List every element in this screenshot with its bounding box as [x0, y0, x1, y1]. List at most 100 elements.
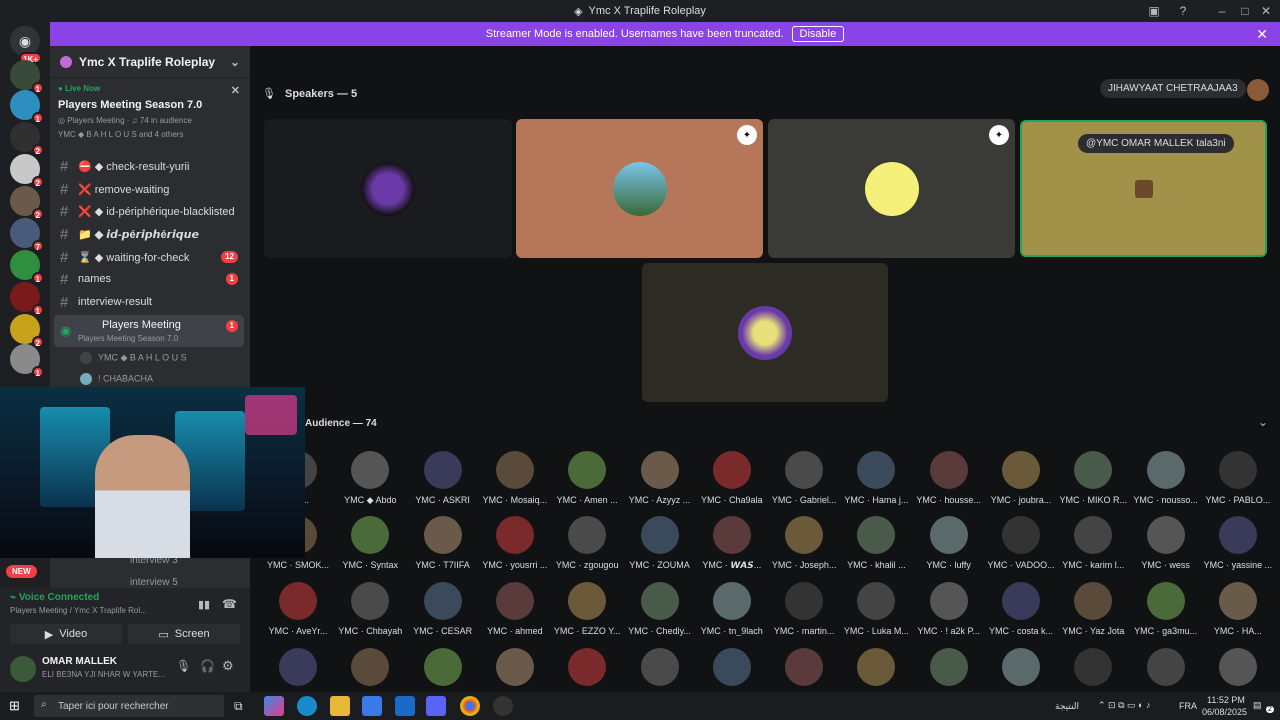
inbox-icon[interactable]: ▣ — [1140, 0, 1168, 22]
home-button[interactable]: ◉ 1K+ — [10, 26, 42, 64]
channel-item[interactable]: # interview-result — [50, 291, 250, 313]
server-icon[interactable]: 7 — [10, 218, 44, 252]
avatar[interactable] — [495, 648, 534, 686]
audience-member[interactable]: YMC · Joseph... — [767, 516, 841, 570]
settings-icon[interactable]: ⚙ — [222, 658, 234, 674]
avatar[interactable] — [640, 648, 679, 686]
live-now-card[interactable]: ● Live Now ✕ Players Meeting Season 7.0 ◎… — [50, 78, 250, 139]
audience-member[interactable]: YMC · costa k... — [984, 582, 1058, 636]
audience-member[interactable]: YMC · Chedly... — [623, 582, 697, 636]
close-window-button[interactable]: ✕ — [1252, 0, 1280, 22]
server-icon[interactable]: 1 — [10, 90, 44, 124]
server-icon[interactable]: 1 — [10, 60, 44, 94]
channel-item[interactable]: # ❌ remove-waiting — [50, 178, 250, 200]
server-header[interactable]: Ymc X Traplife Roleplay ⌄ — [50, 46, 250, 78]
audience-member[interactable]: YMC · VADOO... — [984, 516, 1058, 570]
speaker-tile[interactable]: ✦ — [516, 119, 763, 258]
audience-member[interactable]: YMC · ASKRI — [406, 451, 480, 505]
avatar[interactable] — [929, 648, 968, 686]
audience-member[interactable]: YMC · Amen ... — [550, 451, 624, 505]
audience-member[interactable]: YMC · Chbayah — [333, 582, 407, 636]
avatar[interactable] — [423, 648, 462, 686]
audience-member[interactable]: YMC · ga3mu... — [1129, 582, 1203, 636]
weather-widget[interactable]: النتيجة — [1055, 701, 1079, 712]
audience-member[interactable]: YMC · AveYr... — [261, 582, 335, 636]
close-icon[interactable]: ✕ — [231, 84, 240, 97]
avatar[interactable] — [712, 648, 751, 686]
audience-member[interactable]: YMC · Mosaiq... — [478, 451, 552, 505]
audience-member[interactable]: YMC · ahmed — [478, 582, 552, 636]
disable-button[interactable]: Disable — [791, 26, 845, 42]
server-icon[interactable]: 2 — [10, 186, 44, 220]
audience-member[interactable]: YMC · joubra... — [984, 451, 1058, 505]
obs-icon[interactable] — [493, 696, 513, 716]
audience-member[interactable]: YMC · ZOUMA — [623, 516, 697, 570]
channel-item[interactable]: # ⛔ ◆ check-result-yurii — [50, 155, 250, 177]
noise-icon[interactable]: ▮▮ — [198, 598, 210, 611]
audience-member[interactable]: YMC · zgougou — [550, 516, 624, 570]
tray-icons[interactable]: ⌃ ⊡ ⧉ ▭ ◐ ♪ — [1098, 700, 1150, 711]
channel-item[interactable]: # 📁 ◆ 𝙞𝙙-𝙥é𝙧𝙞𝙥𝙝é𝙧𝙞𝙦𝙪𝙚 — [50, 223, 250, 245]
microphone-icon[interactable]: 🎙 — [176, 659, 191, 673]
audience-member[interactable]: YMC · MIKO R... — [1056, 451, 1130, 505]
avatar[interactable] — [1074, 648, 1113, 686]
outlook-icon[interactable] — [395, 696, 415, 716]
channel-item[interactable]: # names 1 — [50, 268, 250, 290]
server-icon[interactable]: 1 — [10, 344, 44, 378]
audience-member[interactable]: YMC · nousso... — [1129, 451, 1203, 505]
server-icon[interactable]: 2 — [10, 154, 44, 188]
channel-item[interactable]: # ⌛ ◆ waiting-for-check 12 — [50, 246, 250, 268]
clock-date[interactable]: 06/08/2025 — [1202, 707, 1247, 717]
store-icon[interactable] — [362, 696, 382, 716]
task-view-icon[interactable]: ⧉ — [234, 699, 243, 714]
audience-member[interactable]: YMC · 𝙒𝘼𝙎... — [695, 516, 769, 571]
audience-member[interactable]: YMC · T7IIFA — [406, 516, 480, 570]
help-icon[interactable]: ? — [1169, 0, 1197, 22]
server-icon[interactable]: 1 — [10, 250, 44, 284]
audience-member[interactable]: YMC · khalil ... — [839, 516, 913, 570]
avatar[interactable] — [351, 648, 390, 686]
headphones-icon[interactable]: 🎧 — [200, 659, 215, 673]
audience-member[interactable]: YMC · ! a2k P... — [912, 582, 986, 636]
edge-icon[interactable] — [297, 696, 317, 716]
speaker-tile[interactable]: ✦ — [768, 119, 1015, 258]
server-icon[interactable]: 2 — [10, 122, 44, 156]
stage-channel-active[interactable]: ◉ Players Meeting Players Meeting Season… — [54, 315, 244, 347]
close-banner-icon[interactable]: ✕ — [1256, 26, 1268, 43]
audience-member[interactable]: YMC · PABLO... — [1201, 451, 1275, 505]
audience-member[interactable]: YMC · Azyyz ... — [623, 451, 697, 505]
audience-member[interactable]: YMC · Gabriel... — [767, 451, 841, 505]
discord-taskbar-icon[interactable] — [426, 696, 446, 716]
stage-member[interactable]: YMC ◆ B A H L O U S — [80, 352, 187, 364]
language-indicator[interactable]: FRA — [1179, 701, 1197, 711]
audience-member[interactable]: YMC · yassine ... — [1201, 516, 1275, 570]
audience-member[interactable]: YMC · martin... — [767, 582, 841, 636]
audience-member[interactable]: YMC · Hama j... — [839, 451, 913, 505]
notification-icon[interactable]: ▤ — [1253, 700, 1262, 711]
disconnect-icon[interactable]: ☎ — [222, 597, 237, 611]
audience-member[interactable]: YMC · Luka M... — [839, 582, 913, 636]
chrome-icon[interactable] — [460, 696, 480, 716]
clock-time[interactable]: 11:52 PM — [1207, 695, 1245, 705]
audience-member[interactable]: YMC · Syntax — [333, 516, 407, 570]
video-button[interactable]: ▶ Video — [10, 624, 122, 644]
speaker-tile-speaking[interactable]: @YMC OMAR MALLEK tala3ni — [1020, 120, 1267, 257]
avatar[interactable] — [1002, 648, 1040, 686]
audience-member[interactable]: YMC · luffy — [912, 516, 986, 570]
avatar[interactable] — [10, 656, 36, 682]
screen-button[interactable]: ▭ Screen — [128, 624, 240, 644]
voice-channel-item[interactable]: interview 5 — [130, 577, 178, 588]
taskbar-search[interactable]: ⌕ Taper ici pour rechercher — [34, 695, 224, 717]
audience-member[interactable]: YMC · tn_9lach — [695, 582, 769, 636]
audience-member[interactable]: YMC · CESAR — [406, 582, 480, 636]
audience-member[interactable]: YMC · karim l... — [1056, 516, 1130, 570]
speaker-tile[interactable] — [642, 263, 888, 402]
audience-member[interactable]: YMC · Yaz Jota — [1056, 582, 1130, 636]
audience-member[interactable]: YMC · housse... — [912, 451, 986, 505]
audience-member[interactable]: YMC · EZZO Y... — [550, 582, 624, 636]
server-icon[interactable]: 1 — [10, 282, 44, 316]
avatar[interactable] — [568, 648, 607, 686]
speaker-tile[interactable] — [264, 119, 512, 258]
avatar[interactable] — [857, 648, 896, 686]
channel-item[interactable]: # ❌ ◆ id-périphérique-blacklisted — [50, 200, 250, 222]
